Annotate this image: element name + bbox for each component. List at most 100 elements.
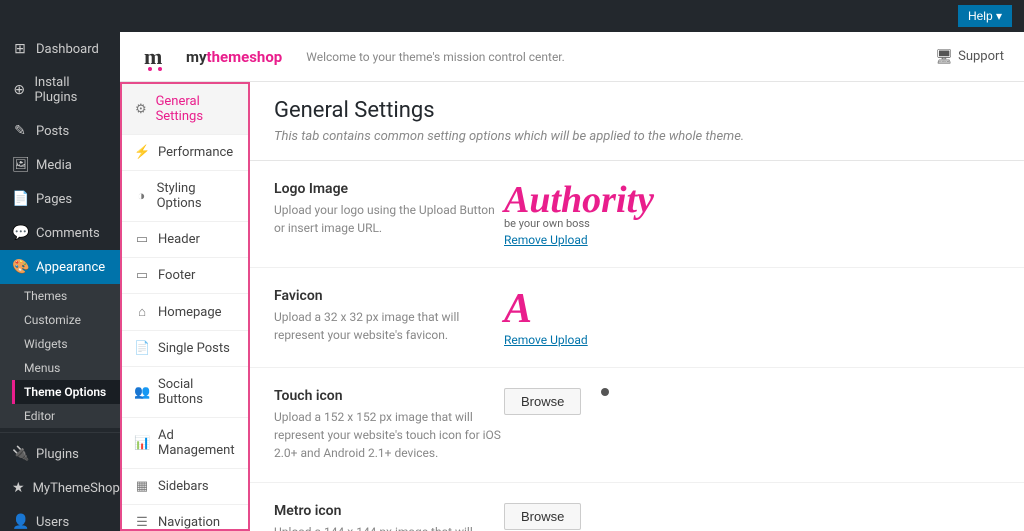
sidebar-sub-theme-options[interactable]: Theme Options: [12, 380, 120, 404]
support-icon: 🖥: [935, 49, 953, 65]
sidebar-item-comments[interactable]: 💬 Comments: [0, 216, 120, 250]
theme-nav-performance[interactable]: ⚡ Performance: [122, 135, 248, 171]
theme-nav-sidebars[interactable]: ▦ Sidebars: [122, 469, 248, 505]
favicon-title: Favicon: [274, 288, 504, 304]
theme-nav-single-posts[interactable]: 📄 Single Posts: [122, 331, 248, 367]
media-icon: 🖼: [12, 157, 28, 173]
navigation-icon: ☰: [134, 515, 150, 530]
help-button[interactable]: Help ▾: [958, 5, 1012, 27]
theme-nav-homepage[interactable]: ⌂ Homepage: [122, 294, 248, 331]
theme-nav-label: Social Buttons: [158, 377, 236, 407]
theme-nav-label: Footer: [158, 268, 195, 283]
touch-icon-content: Browse: [504, 388, 1000, 415]
plugin-icon: ⊕: [12, 82, 26, 98]
sidebar-sub-editor[interactable]: Editor: [12, 404, 120, 428]
sidebar: ⊞ Dashboard ⊕ Install Plugins ✎ Posts 🖼 …: [0, 32, 120, 531]
sidebar-sub-menus[interactable]: Menus: [12, 356, 120, 380]
favicon-desc: Upload a 32 x 32 px image that will repr…: [274, 308, 504, 344]
support-label: Support: [958, 49, 1004, 64]
theme-nav-footer[interactable]: ▭ Footer: [122, 258, 248, 294]
sidebar-item-posts[interactable]: ✎ Posts: [0, 114, 120, 148]
sidebar-divider: [0, 432, 120, 433]
performance-icon: ⚡: [134, 145, 150, 160]
sidebar-sub-customize[interactable]: Customize: [12, 308, 120, 332]
theme-nav-navigation[interactable]: ☰ Navigation: [122, 505, 248, 531]
comments-icon: 💬: [12, 225, 28, 241]
sidebar-item-label: Plugins: [36, 447, 79, 462]
sidebar-item-mythemeshop[interactable]: ★ MyThemeShop: [0, 471, 120, 505]
header-icon: ▭: [134, 232, 150, 247]
touch-icon-row: Touch icon Upload a 152 x 152 px image t…: [250, 368, 1024, 483]
favicon-letter: A: [504, 286, 532, 332]
logo-image-desc: Upload your logo using the Upload Button…: [274, 201, 504, 237]
general-settings-icon: ⚙: [134, 102, 148, 117]
page-header-bar: m mythemeshop Welcome to your theme's mi…: [120, 32, 1024, 82]
sidebar-item-pages[interactable]: 📄 Pages: [0, 182, 120, 216]
theme-nav-label: Sidebars: [158, 479, 209, 494]
users-icon: 👤: [12, 514, 28, 530]
settings-area: General Settings This tab contains commo…: [250, 82, 1024, 531]
cursor-indicator: [601, 388, 609, 396]
sidebar-item-media[interactable]: 🖼 Media: [0, 148, 120, 182]
logo-remove-upload[interactable]: Remove Upload: [504, 233, 654, 247]
logo-text: mythemeshop: [186, 48, 282, 66]
favicon-remove-upload[interactable]: Remove Upload: [504, 333, 588, 347]
support-button[interactable]: 🖥 Support: [935, 49, 1004, 65]
logo-image-row: Logo Image Upload your logo using the Up…: [250, 161, 1024, 268]
homepage-icon: ⌂: [134, 304, 150, 320]
theme-nav-label: Styling Options: [157, 181, 236, 211]
welcome-text: Welcome to your theme's mission control …: [306, 50, 565, 64]
favicon-row: Favicon Upload a 32 x 32 px image that w…: [250, 268, 1024, 368]
theme-nav-styling-options[interactable]: ◑ Styling Options: [122, 171, 248, 222]
styling-icon: ◑: [134, 188, 149, 204]
appearance-submenu: Themes Customize Widgets Menus Theme Opt…: [0, 284, 120, 428]
logo-image-label: Logo Image Upload your logo using the Up…: [274, 181, 504, 237]
favicon-content: A Remove Upload: [504, 288, 1000, 347]
social-icon: 👥: [134, 385, 150, 400]
theme-nav-social-buttons[interactable]: 👥 Social Buttons: [122, 367, 248, 418]
single-posts-icon: 📄: [134, 341, 150, 356]
sidebar-item-appearance[interactable]: 🎨 Appearance: [0, 250, 120, 284]
authority-sub: be your own boss: [504, 217, 654, 230]
theme-nav-header[interactable]: ▭ Header: [122, 222, 248, 258]
theme-nav-label: Homepage: [158, 305, 222, 320]
theme-nav: ⚙ General Settings ⚡ Performance ◑ Styli…: [120, 82, 250, 531]
sidebar-sub-widgets[interactable]: Widgets: [12, 332, 120, 356]
sidebars-icon: ▦: [134, 479, 150, 494]
sidebar-item-users[interactable]: 👤 Users: [0, 505, 120, 531]
sidebar-item-install-plugins[interactable]: ⊕ Install Plugins: [0, 66, 120, 114]
metro-icon-desc: Upload a 144 x 144 px image that will re…: [274, 523, 504, 531]
sidebar-item-label: Posts: [36, 124, 69, 139]
sidebar-sub-themes[interactable]: Themes: [12, 284, 120, 308]
logo-image-content: Authority be your own boss Remove Upload: [504, 181, 1000, 247]
appearance-icon: 🎨: [12, 259, 28, 275]
posts-icon: ✎: [12, 123, 28, 139]
theme-nav-ad-management[interactable]: 📊 Ad Management: [122, 418, 248, 469]
theme-nav-label: General Settings: [156, 94, 236, 124]
logo-image-title: Logo Image: [274, 181, 504, 197]
settings-title: General Settings: [274, 98, 1000, 123]
touch-icon-title: Touch icon: [274, 388, 504, 404]
touch-icon-browse-button[interactable]: Browse: [504, 388, 581, 415]
ad-icon: 📊: [134, 436, 150, 451]
sidebar-item-label: Media: [36, 158, 72, 173]
sidebar-item-label: Install Plugins: [34, 75, 108, 105]
theme-panel: ⚙ General Settings ⚡ Performance ◑ Styli…: [120, 82, 1024, 531]
theme-nav-label: Header: [158, 232, 200, 247]
sidebar-item-dashboard[interactable]: ⊞ Dashboard: [0, 32, 120, 66]
metro-icon-content: Browse: [504, 503, 1000, 530]
theme-nav-general-settings[interactable]: ⚙ General Settings: [122, 84, 248, 135]
touch-icon-desc: Upload a 152 x 152 px image that will re…: [274, 408, 504, 462]
authority-text: Authority: [504, 181, 654, 219]
sidebar-item-label: Comments: [36, 226, 100, 241]
svg-text:m: m: [144, 44, 162, 69]
theme-nav-label: Single Posts: [158, 341, 230, 356]
settings-description: This tab contains common setting options…: [274, 129, 1000, 144]
authority-logo: Authority be your own boss Remove Upload: [504, 181, 654, 247]
favicon-label: Favicon Upload a 32 x 32 px image that w…: [274, 288, 504, 344]
theme-nav-label: Performance: [158, 145, 233, 160]
metro-icon-browse-button[interactable]: Browse: [504, 503, 581, 530]
sidebar-item-plugins[interactable]: 🔌 Plugins: [0, 437, 120, 471]
theme-nav-label: Ad Management: [158, 428, 236, 458]
pages-icon: 📄: [12, 191, 28, 207]
